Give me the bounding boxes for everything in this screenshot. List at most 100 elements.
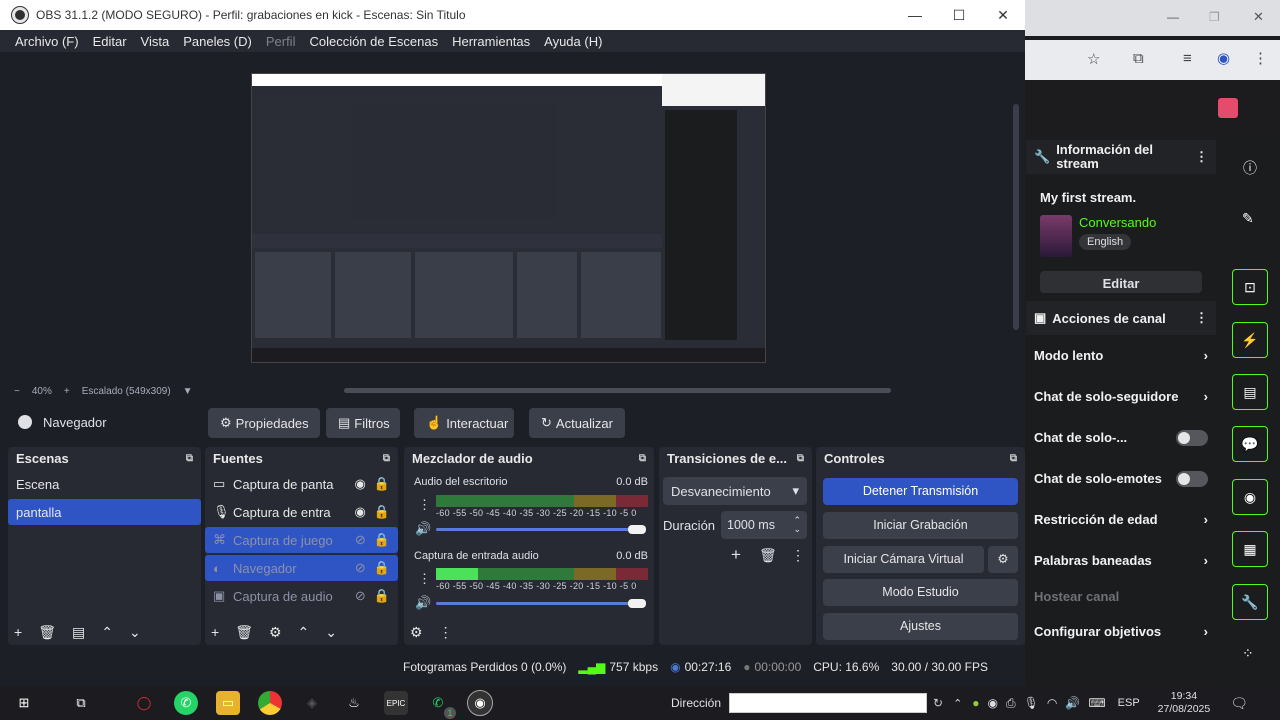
action-slow-mode[interactable]: Modo lento › — [1026, 335, 1216, 376]
lock-icon[interactable]: 🔒 — [374, 476, 390, 492]
filters-button[interactable]: ▤ Filtros — [326, 408, 400, 438]
popout-icon[interactable]: ⧉ — [639, 453, 646, 464]
menu-paneles[interactable]: Paneles (D) — [176, 34, 259, 49]
category-name[interactable]: Conversando — [1079, 215, 1156, 230]
zoom-in-button[interactable]: + — [64, 386, 70, 397]
add-transition-icon[interactable]: + — [731, 545, 741, 565]
advanced-audio-icon[interactable]: ⚙ — [410, 624, 423, 641]
trash-icon[interactable]: 🗑 — [38, 624, 56, 641]
add-source-icon[interactable]: + — [211, 624, 219, 640]
chat-button[interactable]: 💬 — [1232, 426, 1268, 462]
start-virtual-camera-button[interactable]: Iniciar Cámara Virtual — [823, 546, 984, 573]
preview-vertical-scrollbar[interactable] — [1013, 104, 1019, 330]
volume-slider[interactable] — [436, 602, 636, 605]
properties-button[interactable]: ⚙ Propiedades — [208, 408, 320, 438]
speaker-icon[interactable]: 🔊 — [415, 521, 431, 537]
start-recording-button[interactable]: Iniciar Grabación — [823, 512, 1018, 539]
source-item[interactable]: ◐ Navegador ⊘ 🔒 — [205, 555, 398, 581]
eye-icon[interactable]: ◉ — [354, 504, 365, 520]
action-followers-only[interactable]: Chat de solo-seguidore › — [1026, 376, 1216, 417]
notifications-icon[interactable]: 🗨 — [1230, 695, 1248, 712]
close-button[interactable]: ✕ — [981, 0, 1025, 30]
epic-games-icon[interactable]: EPIC — [384, 691, 408, 715]
menu-coleccion[interactable]: Colección de Escenas — [302, 34, 445, 49]
chevron-down-icon[interactable]: ▼ — [183, 386, 193, 397]
popout-icon[interactable]: ⧉ — [383, 453, 390, 464]
notes-button[interactable]: ▤ — [1232, 374, 1268, 410]
maximize-button[interactable]: ☐ — [937, 0, 981, 30]
chevron-up-icon[interactable]: ⌃ — [298, 624, 310, 641]
action-banned-words[interactable]: Palabras baneadas › — [1026, 540, 1216, 581]
action-goals[interactable]: Configurar objetivos › — [1026, 611, 1216, 652]
volume-slider-knob[interactable] — [628, 599, 646, 608]
task-view-icon[interactable]: ⧉ — [69, 691, 93, 715]
windows-start-icon[interactable]: ⊞ — [12, 691, 36, 715]
clock[interactable]: 19:34 27/08/2025 — [1158, 690, 1211, 716]
steam-icon[interactable]: ♨ — [342, 691, 366, 715]
edit-button[interactable]: Editar — [1040, 271, 1202, 293]
kebab-menu-icon[interactable]: ⋮ — [791, 547, 805, 564]
interact-button[interactable]: ☝ Interactuar — [414, 408, 514, 438]
kebab-menu-icon[interactable]: ⋮ — [439, 624, 453, 641]
action-age-restriction[interactable]: Restricción de edad › — [1026, 499, 1216, 540]
popout-icon[interactable]: ⧉ — [797, 453, 804, 464]
discord-icon[interactable]: ◈ — [300, 691, 324, 715]
tray-app-icon[interactable]: ● — [972, 696, 979, 710]
duration-input[interactable]: 1000 ms ⌃ ⌄ — [721, 511, 807, 539]
go-icon[interactable]: ↻ — [933, 696, 943, 710]
restore-icon[interactable]: ❐ — [1209, 10, 1220, 24]
opera-icon[interactable]: ◯ — [132, 691, 156, 715]
pencil-icon[interactable]: ✎ — [1242, 210, 1254, 227]
chevron-up-icon[interactable]: ⌃ — [101, 624, 113, 641]
whatsapp-icon[interactable]: ✆ — [174, 691, 198, 715]
subs-only-toggle[interactable] — [1176, 429, 1208, 446]
chrome-icon[interactable] — [258, 691, 282, 715]
chevron-down-icon[interactable]: ⌄ — [325, 624, 337, 641]
transition-select[interactable]: Desvanecimiento ▾ — [663, 477, 807, 505]
media-icon[interactable]: ≡ — [1183, 50, 1192, 67]
chevron-down-icon[interactable]: ⌄ — [129, 624, 141, 641]
lock-icon[interactable]: 🔒 — [374, 504, 390, 520]
source-item[interactable]: ⌘ Captura de juego ⊘ 🔒 — [205, 527, 398, 553]
scene-item[interactable]: Escena — [8, 471, 201, 497]
chevron-up-icon[interactable]: ⌃ — [953, 697, 962, 710]
settings-button[interactable]: Ajustes — [823, 613, 1018, 640]
microphone-icon[interactable]: 🎙 — [1024, 696, 1039, 710]
eye-hidden-icon[interactable]: ⊘ — [355, 560, 366, 576]
menu-vista[interactable]: Vista — [134, 34, 177, 49]
profile-icon[interactable]: ◉ — [1217, 49, 1230, 67]
file-explorer-icon[interactable]: ▭ — [216, 691, 240, 715]
trash-icon[interactable]: 🗑 — [235, 624, 253, 641]
refresh-button[interactable]: ↻ Actualizar — [529, 408, 625, 438]
clip-button[interactable]: ⊡ — [1232, 269, 1268, 305]
add-scene-icon[interactable]: + — [14, 624, 22, 640]
menu-editar[interactable]: Editar — [86, 34, 134, 49]
zoom-out-button[interactable]: − — [14, 386, 20, 397]
minimize-icon[interactable]: — — [1167, 10, 1179, 24]
menu-perfil[interactable]: Perfil — [259, 34, 303, 49]
printer-icon[interactable]: ⎙ — [1006, 696, 1016, 711]
emotes-only-toggle[interactable] — [1176, 470, 1208, 487]
keyboard-icon[interactable]: ⌨ — [1088, 696, 1105, 710]
lock-icon[interactable]: 🔒 — [374, 588, 390, 604]
kebab-menu-icon[interactable]: ⋮ — [418, 571, 431, 587]
gear-icon[interactable]: ⚙ — [269, 624, 282, 641]
broadcast-button[interactable]: ◉ — [1232, 479, 1268, 515]
popout-icon[interactable]: ⧉ — [186, 453, 193, 464]
lock-icon[interactable]: 🔒 — [374, 532, 390, 548]
menu-archivo[interactable]: Archivo (F) — [8, 34, 86, 49]
volume-slider[interactable] — [436, 528, 636, 531]
eye-hidden-icon[interactable]: ⊘ — [355, 532, 366, 548]
star-icon[interactable]: ☆ — [1087, 50, 1100, 68]
source-item[interactable]: ▭ Captura de panta ◉ 🔒 — [205, 471, 398, 497]
preview-horizontal-scrollbar[interactable] — [344, 388, 891, 393]
kebab-menu-icon[interactable]: ⋮ — [1195, 310, 1208, 326]
lock-icon[interactable]: 🔒 — [374, 560, 390, 576]
volume-icon[interactable]: 🔊 — [1065, 696, 1080, 710]
minimize-button[interactable]: — — [893, 0, 937, 30]
eye-hidden-icon[interactable]: ⊘ — [355, 588, 366, 604]
source-item[interactable]: 🎙 Captura de entra ◉ 🔒 — [205, 499, 398, 525]
obs-taskbar-icon[interactable]: ◉ — [467, 690, 493, 716]
filter-icon[interactable]: ▤ — [72, 624, 85, 641]
speaker-icon[interactable]: 🔊 — [415, 595, 431, 611]
